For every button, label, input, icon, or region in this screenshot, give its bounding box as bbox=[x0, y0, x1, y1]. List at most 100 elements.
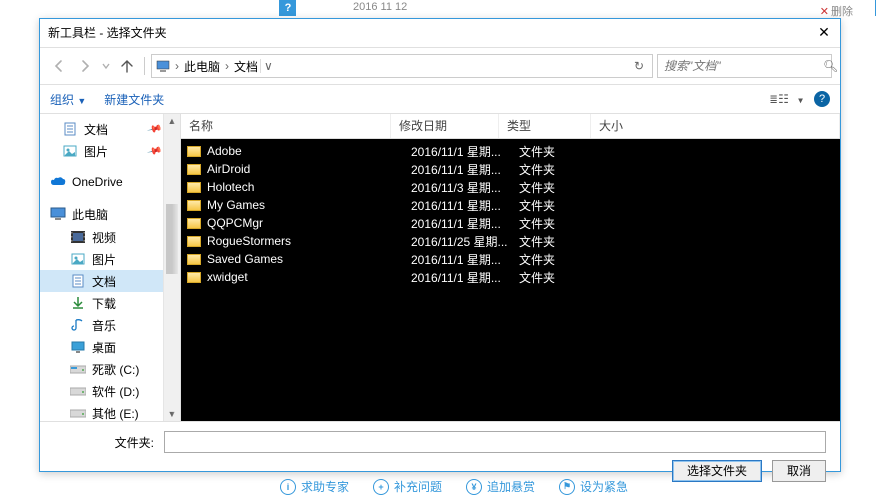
tree-documents[interactable]: 文档 bbox=[40, 270, 180, 292]
drive-icon bbox=[70, 361, 86, 377]
cancel-button[interactable]: 取消 bbox=[772, 460, 826, 482]
refresh-icon[interactable]: ↻ bbox=[630, 59, 648, 73]
action-reward[interactable]: ¥ 追加悬赏 bbox=[466, 478, 535, 495]
pc-icon bbox=[156, 59, 170, 73]
search-box[interactable]: 🔍︎ bbox=[657, 54, 832, 78]
action-label: 求助专家 bbox=[301, 478, 349, 495]
drive-icon bbox=[70, 383, 86, 399]
folder-icon bbox=[187, 254, 201, 265]
back-button[interactable] bbox=[48, 55, 70, 77]
coin-icon: ¥ bbox=[466, 479, 482, 495]
col-name[interactable]: 名称 bbox=[181, 114, 391, 138]
action-expert[interactable]: i 求助专家 bbox=[280, 478, 349, 495]
file-row[interactable]: My Games2016/11/1 星期...文件夹 bbox=[181, 196, 840, 214]
file-type: 文件夹 bbox=[519, 179, 611, 196]
help-icon[interactable]: ? bbox=[814, 91, 830, 107]
file-row[interactable]: RogueStormers2016/11/25 星期...文件夹 bbox=[181, 232, 840, 250]
folder-input[interactable] bbox=[164, 431, 826, 453]
tree-thispc[interactable]: 此电脑 bbox=[40, 202, 180, 226]
chevron-right-icon[interactable]: › bbox=[172, 59, 182, 73]
file-name: My Games bbox=[207, 198, 411, 212]
organize-button[interactable]: 组织 ▼ bbox=[50, 91, 86, 108]
recent-dropdown[interactable] bbox=[100, 55, 112, 77]
tree-drive-e[interactable]: 其他 (E:) bbox=[40, 402, 180, 421]
tree-label: 文档 bbox=[84, 121, 108, 138]
search-input[interactable] bbox=[662, 58, 823, 74]
flag-icon: ⚑ bbox=[559, 479, 575, 495]
action-label: 设为紧急 bbox=[580, 478, 628, 495]
folder-icon bbox=[187, 164, 201, 175]
tree-label: OneDrive bbox=[72, 175, 123, 189]
tree-drive-c[interactable]: 死歌 (C:) bbox=[40, 358, 180, 380]
music-icon bbox=[70, 317, 86, 333]
download-icon bbox=[70, 295, 86, 311]
close-icon[interactable]: ✕ bbox=[814, 23, 834, 43]
file-row[interactable]: Saved Games2016/11/1 星期...文件夹 bbox=[181, 250, 840, 268]
file-list-pane: 名称 修改日期 类型 大小 Adobe2016/11/1 星期...文件夹Air… bbox=[181, 114, 840, 421]
delete-label: 删除 bbox=[831, 6, 853, 18]
file-row[interactable]: xwidget2016/11/1 星期...文件夹 bbox=[181, 268, 840, 286]
tree-quick-docs[interactable]: 文档📌 bbox=[40, 118, 180, 140]
tree-music[interactable]: 音乐 bbox=[40, 314, 180, 336]
column-headers[interactable]: 名称 修改日期 类型 大小 bbox=[181, 114, 840, 139]
breadcrumb-root[interactable]: 此电脑 bbox=[184, 58, 220, 75]
file-row[interactable]: Adobe2016/11/1 星期...文件夹 bbox=[181, 142, 840, 160]
file-row[interactable]: Holotech2016/11/3 星期...文件夹 bbox=[181, 178, 840, 196]
tree-label: 桌面 bbox=[92, 339, 116, 356]
new-folder-button[interactable]: 新建文件夹 bbox=[104, 91, 164, 108]
scroll-up-icon[interactable]: ▲ bbox=[164, 114, 180, 128]
search-icon[interactable]: 🔍︎ bbox=[823, 59, 838, 73]
select-folder-button[interactable]: 选择文件夹 bbox=[672, 460, 762, 482]
address-bar[interactable]: › 此电脑 › 文档 ∨ ↻ bbox=[151, 54, 653, 78]
file-type: 文件夹 bbox=[519, 269, 611, 286]
scroll-down-icon[interactable]: ▼ bbox=[164, 407, 180, 421]
tree-label: 下载 bbox=[92, 295, 116, 312]
file-date: 2016/11/1 星期... bbox=[411, 161, 519, 178]
file-rows-container: Adobe2016/11/1 星期...文件夹AirDroid2016/11/1… bbox=[181, 138, 840, 421]
action-answer[interactable]: +补充问题 bbox=[373, 478, 442, 495]
tree-downloads[interactable]: 下载 bbox=[40, 292, 180, 314]
titlebar: 新工具栏 - 选择文件夹 ✕ bbox=[40, 19, 840, 48]
file-row[interactable]: AirDroid2016/11/1 星期...文件夹 bbox=[181, 160, 840, 178]
pictures-icon bbox=[70, 251, 86, 267]
pin-icon: 📌 bbox=[146, 143, 162, 159]
question-mark-icon: ? bbox=[280, 0, 296, 16]
action-label: 追加悬赏 bbox=[487, 478, 535, 495]
file-date: 2016/11/3 星期... bbox=[411, 179, 519, 196]
organize-label: 组织 bbox=[50, 93, 74, 107]
tree-quick-pics[interactable]: 图片📌 bbox=[40, 140, 180, 162]
tree-drive-d[interactable]: 软件 (D:) bbox=[40, 380, 180, 402]
breadcrumb-current[interactable]: 文档 bbox=[234, 58, 258, 75]
chevron-down-icon: ▼ bbox=[77, 96, 86, 106]
col-type[interactable]: 类型 bbox=[499, 114, 591, 138]
tree-pictures[interactable]: 图片 bbox=[40, 248, 180, 270]
tree-video[interactable]: 视频 bbox=[40, 226, 180, 248]
tree-scrollbar[interactable]: ▲ ▼ bbox=[163, 114, 180, 421]
onedrive-icon bbox=[50, 174, 66, 190]
col-date[interactable]: 修改日期 bbox=[391, 114, 499, 138]
file-date: 2016/11/1 星期... bbox=[411, 215, 519, 232]
file-date: 2016/11/1 星期... bbox=[411, 197, 519, 214]
file-row[interactable]: QQPCMgr2016/11/1 星期...文件夹 bbox=[181, 214, 840, 232]
file-type: 文件夹 bbox=[519, 233, 611, 250]
file-date: 2016/11/1 星期... bbox=[411, 251, 519, 268]
tree-onedrive[interactable]: OneDrive bbox=[40, 170, 180, 194]
info-icon: i bbox=[280, 479, 296, 495]
file-date: 2016/11/25 星期... bbox=[411, 233, 519, 250]
scroll-thumb[interactable] bbox=[166, 204, 178, 274]
tree-label: 图片 bbox=[92, 251, 116, 268]
folder-icon bbox=[187, 272, 201, 283]
chevron-right-icon[interactable]: › bbox=[222, 59, 232, 73]
nav-tree: 文档📌 图片📌 OneDrive 此电脑 视频 图片 文档 下载 音乐 桌面 死… bbox=[40, 114, 181, 421]
folder-label: 文件夹: bbox=[54, 434, 164, 451]
forward-button[interactable] bbox=[74, 55, 96, 77]
tree-desktop[interactable]: 桌面 bbox=[40, 336, 180, 358]
action-urgent[interactable]: ⚑ 设为紧急 bbox=[559, 478, 628, 495]
address-dropdown[interactable]: ∨ bbox=[260, 59, 276, 73]
up-button[interactable] bbox=[116, 55, 138, 77]
tree-label: 死歌 (C:) bbox=[92, 361, 139, 378]
view-options-button[interactable]: ≣☷ ▼ bbox=[770, 92, 804, 106]
col-size[interactable]: 大小 bbox=[591, 114, 840, 138]
background-delete[interactable]: ✕删除 bbox=[820, 3, 853, 19]
folder-icon bbox=[187, 182, 201, 193]
